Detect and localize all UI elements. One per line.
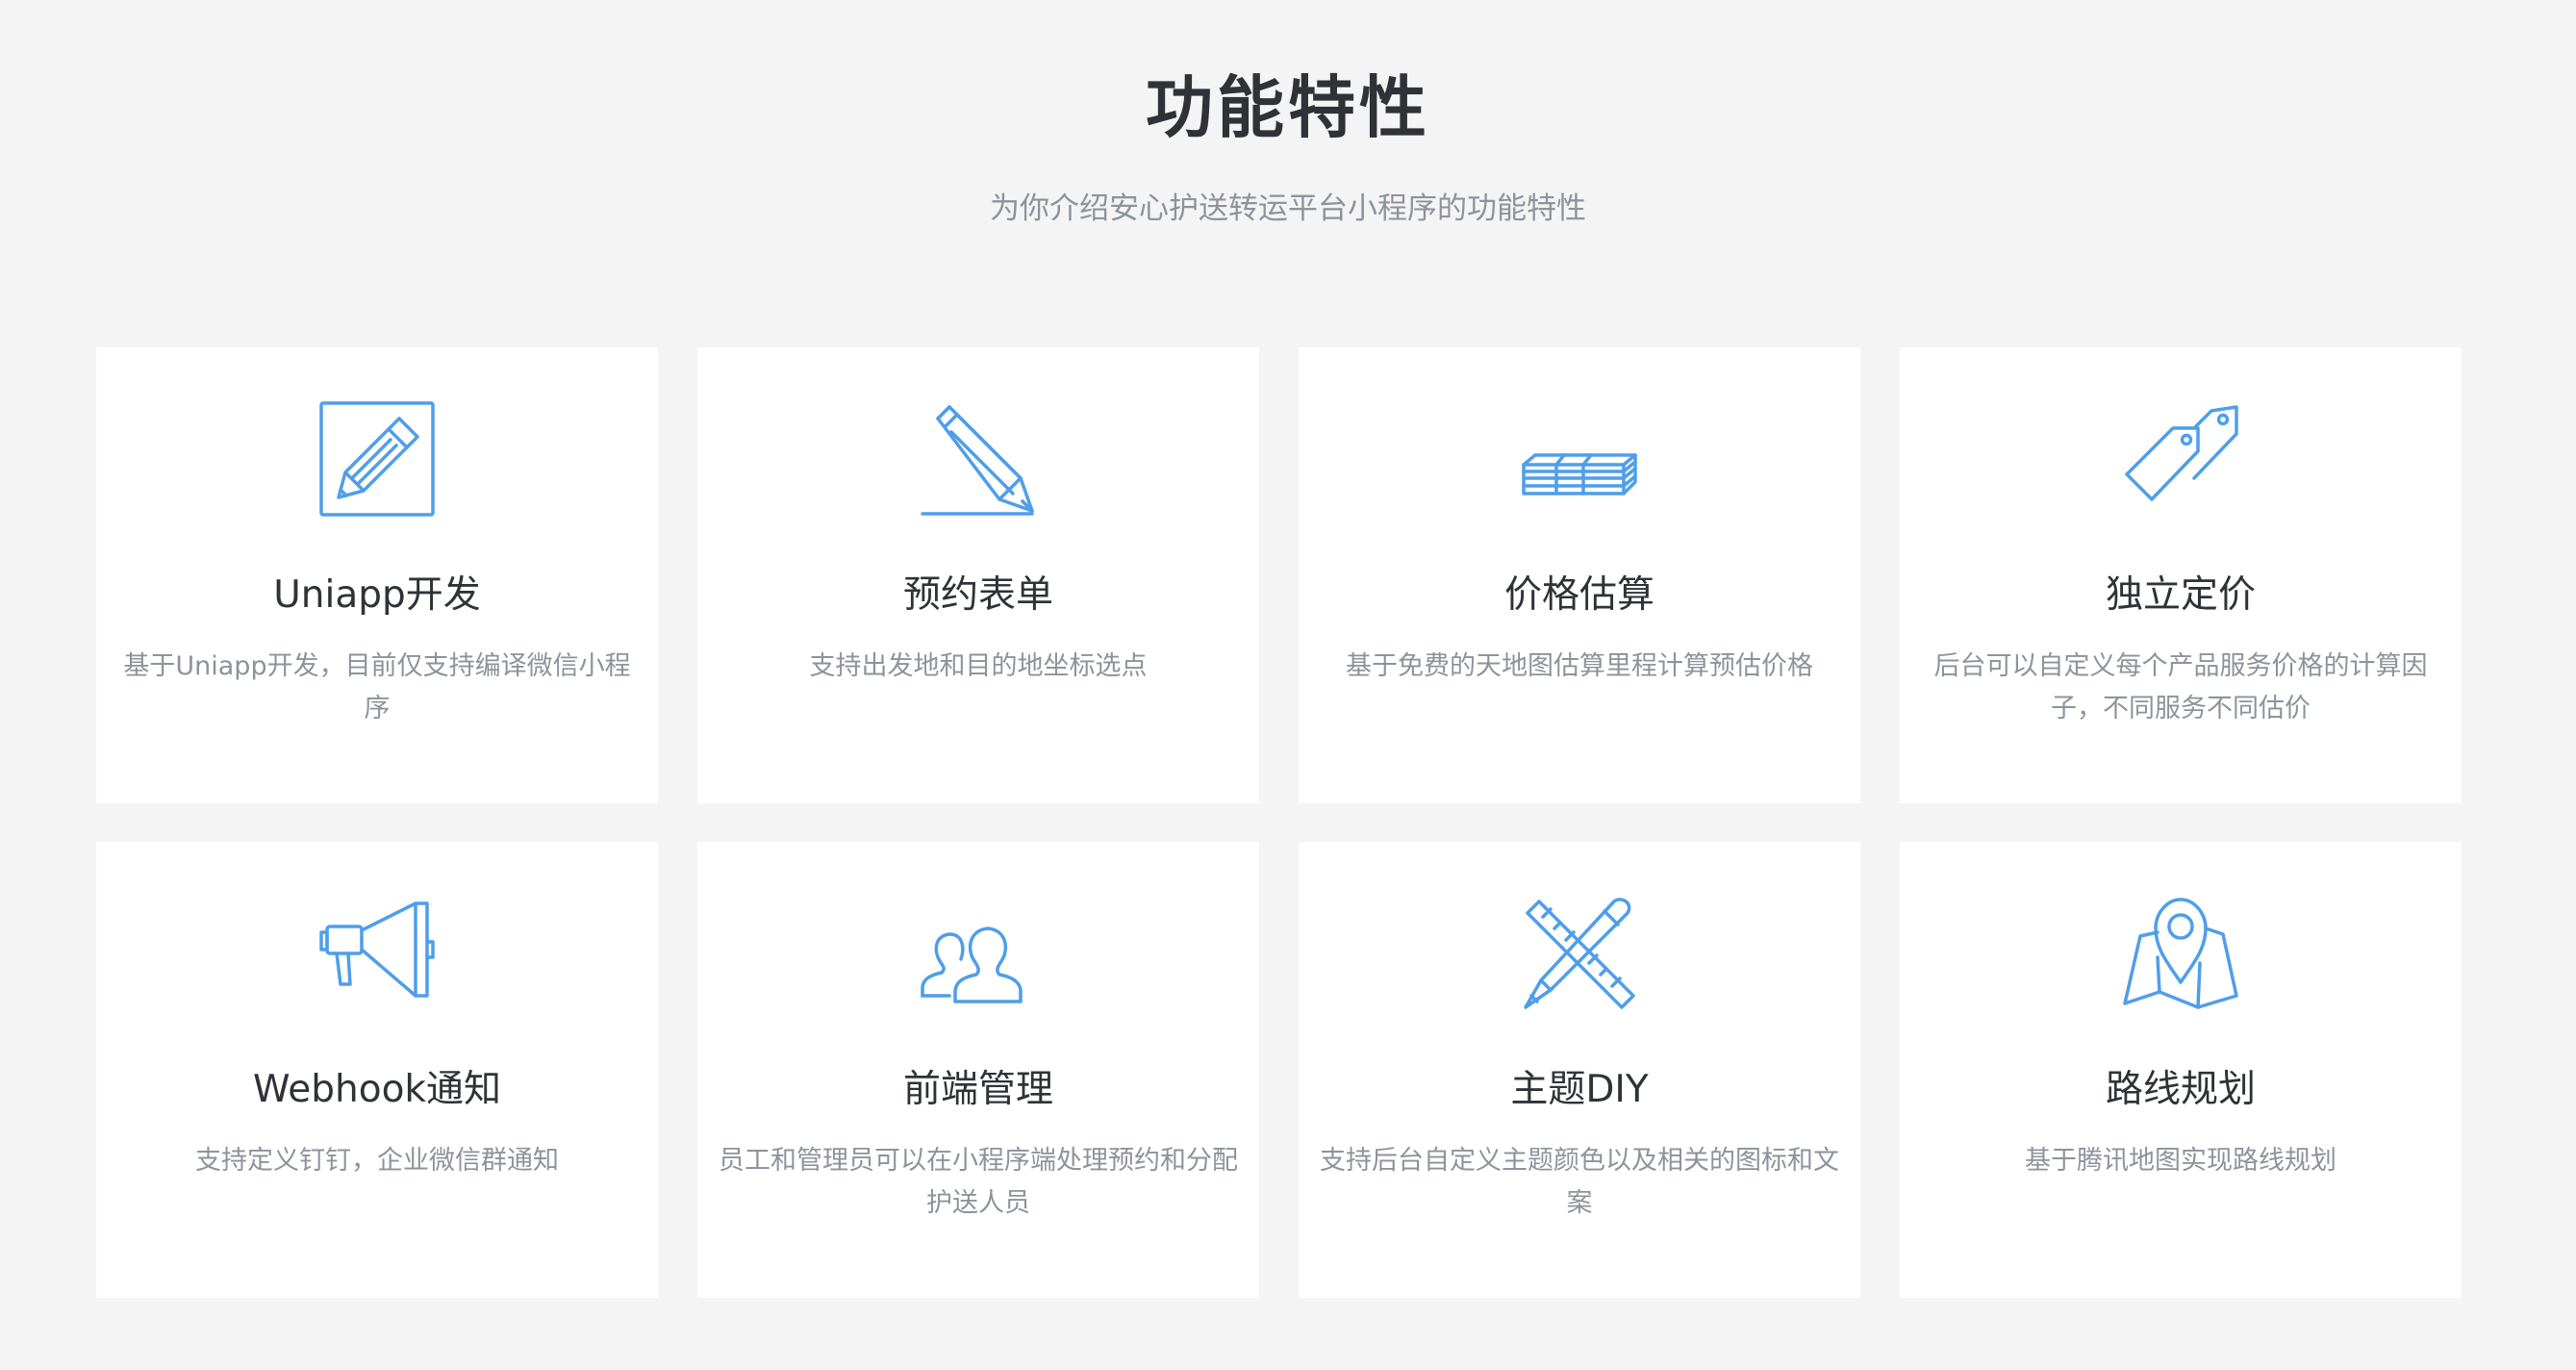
card-title: 主题DIY: [1510, 1068, 1649, 1111]
card-title: Webhook通知: [252, 1068, 502, 1111]
section-title: 功能特性: [1146, 68, 1430, 147]
feature-card-route-planning: 路线规划 基于腾讯地图实现路线规划: [1900, 842, 2462, 1298]
card-title: 价格估算: [1503, 573, 1654, 617]
card-desc: 员工和管理员可以在小程序端处理预约和分配护送人员: [719, 1146, 1238, 1218]
feature-card-independent-pricing: 独立定价 后台可以自定义每个产品服务价格的计算因子，不同服务不同估价: [1900, 347, 2462, 803]
card-title: 路线规划: [2105, 1068, 2256, 1111]
edit-square-icon: [319, 401, 435, 517]
feature-card-frontend-manage: 前端管理 员工和管理员可以在小程序端处理预约和分配护送人员: [697, 842, 1259, 1298]
feature-card-theme-diy: 主题DIY 支持后台自定义主题颜色以及相关的图标和文案: [1299, 842, 1860, 1298]
users-icon: [921, 896, 1036, 1011]
card-title: 前端管理: [902, 1068, 1053, 1111]
section-subtitle: 为你介绍安心护送转运平台小程序的功能特性: [990, 191, 1586, 226]
card-desc: 基于免费的天地图估算里程计算预估价格: [1346, 651, 1813, 681]
feature-card-booking-form: 预约表单 支持出发地和目的地坐标选点: [697, 347, 1259, 803]
feature-card-price-estimate: 价格估算 基于免费的天地图估算里程计算预估价格: [1299, 347, 1860, 803]
card-desc: 支持后台自定义主题颜色以及相关的图标和文案: [1320, 1146, 1839, 1218]
card-title: Uniapp开发: [273, 573, 481, 617]
card-desc: 基于Uniapp开发，目前仅支持编译微信小程序: [123, 651, 631, 723]
card-desc: 后台可以自定义每个产品服务价格的计算因子，不同服务不同估价: [1933, 651, 2428, 723]
price-tags-icon: [2123, 401, 2238, 517]
card-desc: 基于腾讯地图实现路线规划: [2025, 1146, 2336, 1176]
megaphone-icon: [319, 896, 435, 1011]
ruler-pencil-icon: [1522, 896, 1637, 1011]
card-desc: 支持定义钉钉，企业微信群通知: [195, 1146, 559, 1176]
card-title: 独立定价: [2105, 573, 2256, 617]
card-title: 预约表单: [902, 573, 1053, 617]
money-stack-icon: [1522, 401, 1637, 517]
card-desc: 支持出发地和目的地坐标选点: [809, 651, 1148, 681]
feature-card-webhook: Webhook通知 支持定义钉钉，企业微信群通知: [96, 842, 658, 1298]
map-pin-icon: [2123, 896, 2238, 1011]
pencil-icon: [921, 401, 1036, 517]
feature-card-uniapp: Uniapp开发 基于Uniapp开发，目前仅支持编译微信小程序: [96, 347, 658, 803]
